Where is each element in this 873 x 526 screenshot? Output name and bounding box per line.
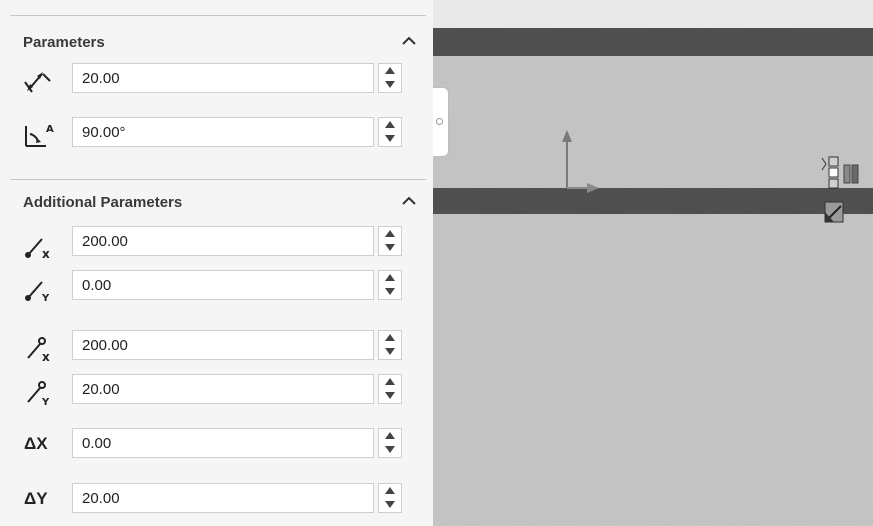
coordinate-triad-icon bbox=[562, 130, 599, 193]
panel-flyout-tab[interactable] bbox=[433, 87, 449, 157]
end-point-handles-icon bbox=[821, 156, 859, 189]
spin-up-icon[interactable] bbox=[379, 331, 401, 345]
spin-down-icon[interactable] bbox=[379, 345, 401, 359]
parameters-group-title: Parameters bbox=[23, 34, 105, 51]
delta-y-field[interactable] bbox=[72, 483, 374, 513]
top-divider bbox=[10, 15, 426, 16]
start-point-x-icon: x bbox=[22, 229, 58, 261]
svg-text:A: A bbox=[46, 124, 54, 135]
linear-distance-icon bbox=[22, 64, 58, 96]
svg-text:Y: Y bbox=[41, 397, 50, 408]
group-divider bbox=[10, 179, 426, 180]
end-point-x-icon: x bbox=[22, 332, 58, 364]
property-manager-panel: Parameters A Add bbox=[0, 0, 433, 526]
distance-field[interactable] bbox=[72, 63, 374, 93]
graphics-overlay bbox=[562, 130, 859, 223]
spin-up-icon[interactable] bbox=[379, 118, 401, 132]
start-y-field[interactable] bbox=[72, 270, 374, 300]
spin-down-icon[interactable] bbox=[379, 132, 401, 146]
end-x-input[interactable] bbox=[73, 331, 373, 359]
delta-y-input[interactable] bbox=[73, 484, 373, 512]
spin-up-icon[interactable] bbox=[379, 227, 401, 241]
end-y-field[interactable] bbox=[72, 374, 374, 404]
spin-down-icon[interactable] bbox=[379, 285, 401, 299]
end-x-spinner[interactable] bbox=[378, 330, 402, 360]
spin-down-icon[interactable] bbox=[379, 498, 401, 512]
angle-icon: A bbox=[22, 118, 58, 150]
end-y-spinner[interactable] bbox=[378, 374, 402, 404]
delta-y-spinner[interactable] bbox=[378, 483, 402, 513]
delta-x-spinner[interactable] bbox=[378, 428, 402, 458]
spin-down-icon[interactable] bbox=[379, 389, 401, 403]
start-x-field[interactable] bbox=[72, 226, 374, 256]
delta-y-icon: ΔY bbox=[24, 489, 48, 508]
distance-input[interactable] bbox=[73, 64, 373, 92]
angle-input[interactable] bbox=[73, 118, 373, 146]
end-y-input[interactable] bbox=[73, 375, 373, 403]
additional-parameters-group-title: Additional Parameters bbox=[23, 194, 183, 211]
start-x-spinner[interactable] bbox=[378, 226, 402, 256]
start-y-input[interactable] bbox=[73, 271, 373, 299]
start-point-y-icon: Y bbox=[22, 272, 58, 304]
tab-handle-icon bbox=[436, 118, 443, 125]
spin-down-icon[interactable] bbox=[379, 241, 401, 255]
graphics-area[interactable] bbox=[433, 0, 873, 526]
svg-text:Y: Y bbox=[41, 293, 50, 304]
spin-up-icon[interactable] bbox=[379, 271, 401, 285]
svg-text:x: x bbox=[42, 247, 50, 261]
parameters-collapse-chevron-up-icon[interactable] bbox=[401, 35, 417, 47]
spin-up-icon[interactable] bbox=[379, 429, 401, 443]
angle-spinner[interactable] bbox=[378, 117, 402, 147]
spin-down-icon[interactable] bbox=[379, 443, 401, 457]
delta-x-input[interactable] bbox=[73, 429, 373, 457]
start-x-input[interactable] bbox=[73, 227, 373, 255]
end-point-y-icon: Y bbox=[22, 376, 58, 408]
spin-up-icon[interactable] bbox=[379, 484, 401, 498]
relation-glyph-icon bbox=[824, 201, 844, 223]
spin-up-icon[interactable] bbox=[379, 375, 401, 389]
angle-field[interactable] bbox=[72, 117, 374, 147]
svg-text:x: x bbox=[42, 350, 50, 364]
spin-up-icon[interactable] bbox=[379, 64, 401, 78]
end-x-field[interactable] bbox=[72, 330, 374, 360]
additional-parameters-collapse-chevron-up-icon[interactable] bbox=[401, 195, 417, 207]
delta-x-icon: ΔX bbox=[24, 434, 48, 453]
delta-x-field[interactable] bbox=[72, 428, 374, 458]
spin-down-icon[interactable] bbox=[379, 78, 401, 92]
start-y-spinner[interactable] bbox=[378, 270, 402, 300]
distance-spinner[interactable] bbox=[378, 63, 402, 93]
